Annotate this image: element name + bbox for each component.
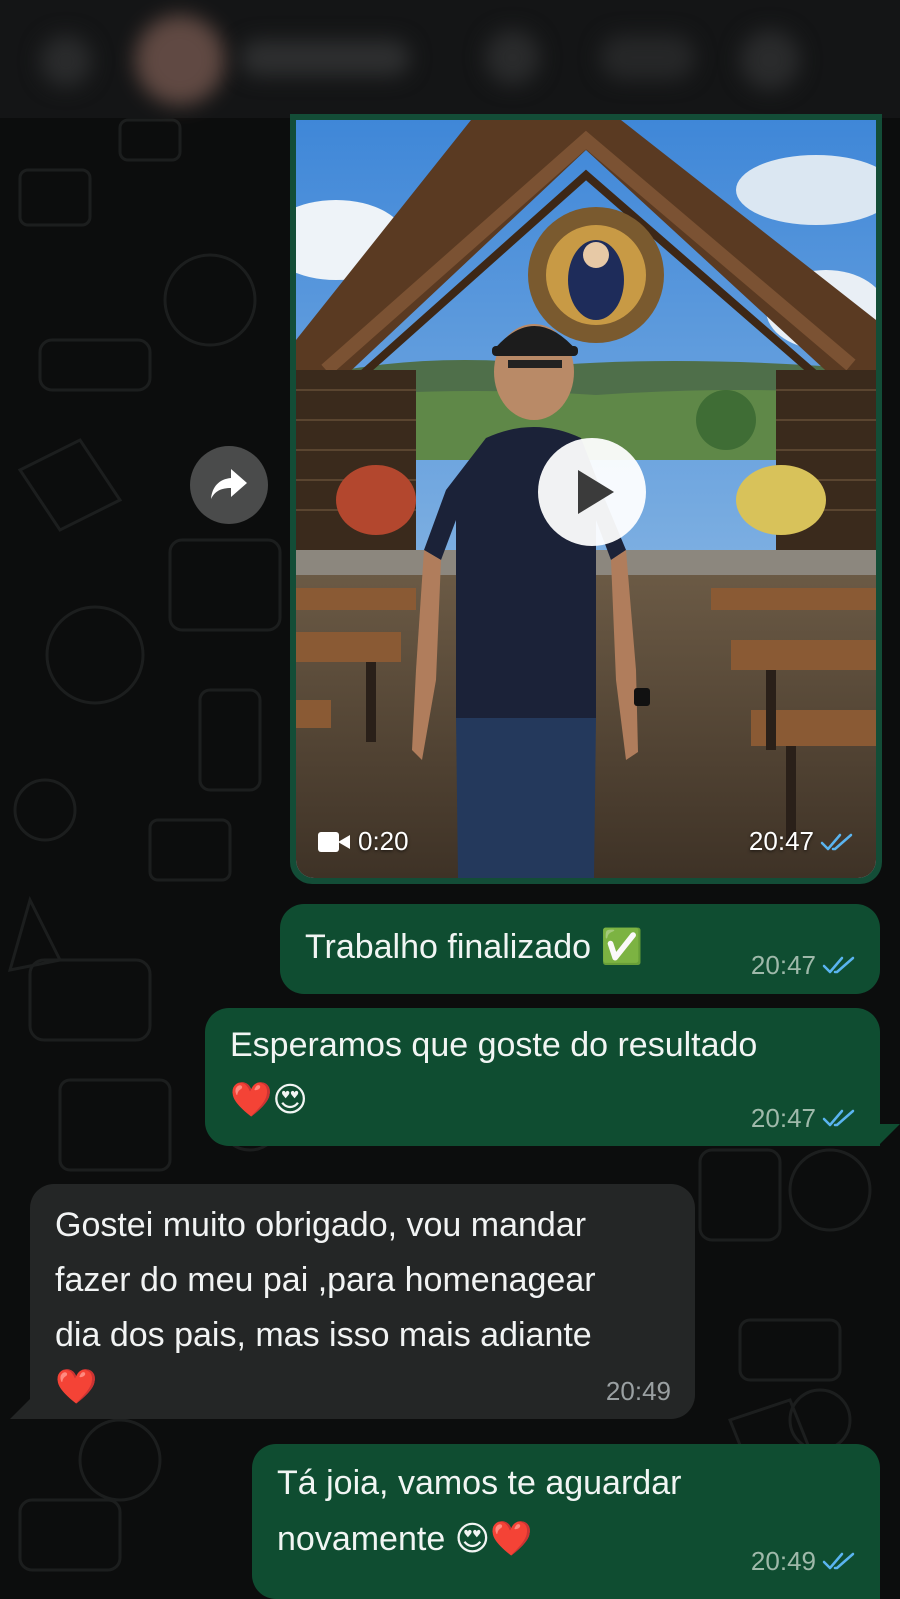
contact-name[interactable] (240, 40, 410, 76)
back-icon[interactable] (40, 35, 92, 87)
read-ticks-icon (820, 833, 853, 850)
video-camera-icon (318, 831, 350, 852)
message-time: 20:47 (750, 1103, 816, 1133)
video-time-text: 20:47 (748, 826, 814, 856)
bubble-tail (10, 1397, 32, 1419)
read-ticks-icon (822, 1552, 855, 1570)
message-meta: 20:49 (606, 1376, 671, 1406)
message-text-line: Esperamos que goste do resultado (230, 1026, 758, 1064)
video-duration: 0:20 (318, 826, 409, 857)
message-text-line: ❤️😍 (230, 1081, 308, 1119)
message-bubble-incoming[interactable]: Gostei muito obrigado, vou mandar fazer … (30, 1184, 695, 1419)
message-bubble-outgoing[interactable]: Tá joia, vamos te aguardar novamente 😍❤️… (252, 1444, 880, 1599)
message-text-line: dia dos pais, mas isso mais adiante (55, 1316, 592, 1354)
message-bubble-outgoing[interactable]: Trabalho finalizado ✅ 20:47 (280, 904, 880, 994)
bubble-tail (878, 1124, 900, 1146)
message-time: 20:47 (750, 950, 816, 980)
message-text-line: Tá joia, vamos te aguardar (277, 1464, 682, 1502)
play-icon (578, 470, 614, 514)
contact-avatar[interactable] (135, 15, 225, 105)
read-ticks-icon (822, 1109, 855, 1127)
message-meta: 20:47 (751, 1103, 856, 1133)
message-text-line: novamente 😍❤️ (277, 1520, 533, 1558)
video-duration-text: 0:20 (358, 826, 409, 856)
phone-icon[interactable] (600, 35, 695, 80)
menu-icon[interactable] (740, 30, 800, 90)
chat-header (0, 0, 900, 118)
message-meta: 20:47 (751, 950, 856, 980)
message-time: 20:49 (605, 1376, 671, 1406)
message-time: 20:49 (750, 1546, 816, 1576)
forward-button[interactable] (190, 446, 268, 524)
video-message-bubble[interactable]: 0:20 20:47 (290, 114, 882, 884)
video-call-icon[interactable] (485, 30, 540, 85)
message-text-line: ❤️ (55, 1368, 98, 1406)
read-ticks-icon (822, 956, 855, 974)
play-button[interactable] (538, 438, 646, 546)
message-text-line: Gostei muito obrigado, vou mandar (55, 1206, 587, 1244)
message-bubble-outgoing[interactable]: Esperamos que goste do resultado ❤️😍 20:… (205, 1008, 880, 1146)
video-thumbnail[interactable]: 0:20 20:47 (296, 120, 876, 878)
message-text: Trabalho finalizado ✅ (305, 928, 643, 966)
message-text-line: fazer do meu pai ,para homenagear (55, 1261, 596, 1299)
forward-arrow-icon (211, 469, 247, 499)
message-meta: 20:49 (751, 1546, 856, 1576)
video-timestamp: 20:47 (749, 826, 854, 857)
